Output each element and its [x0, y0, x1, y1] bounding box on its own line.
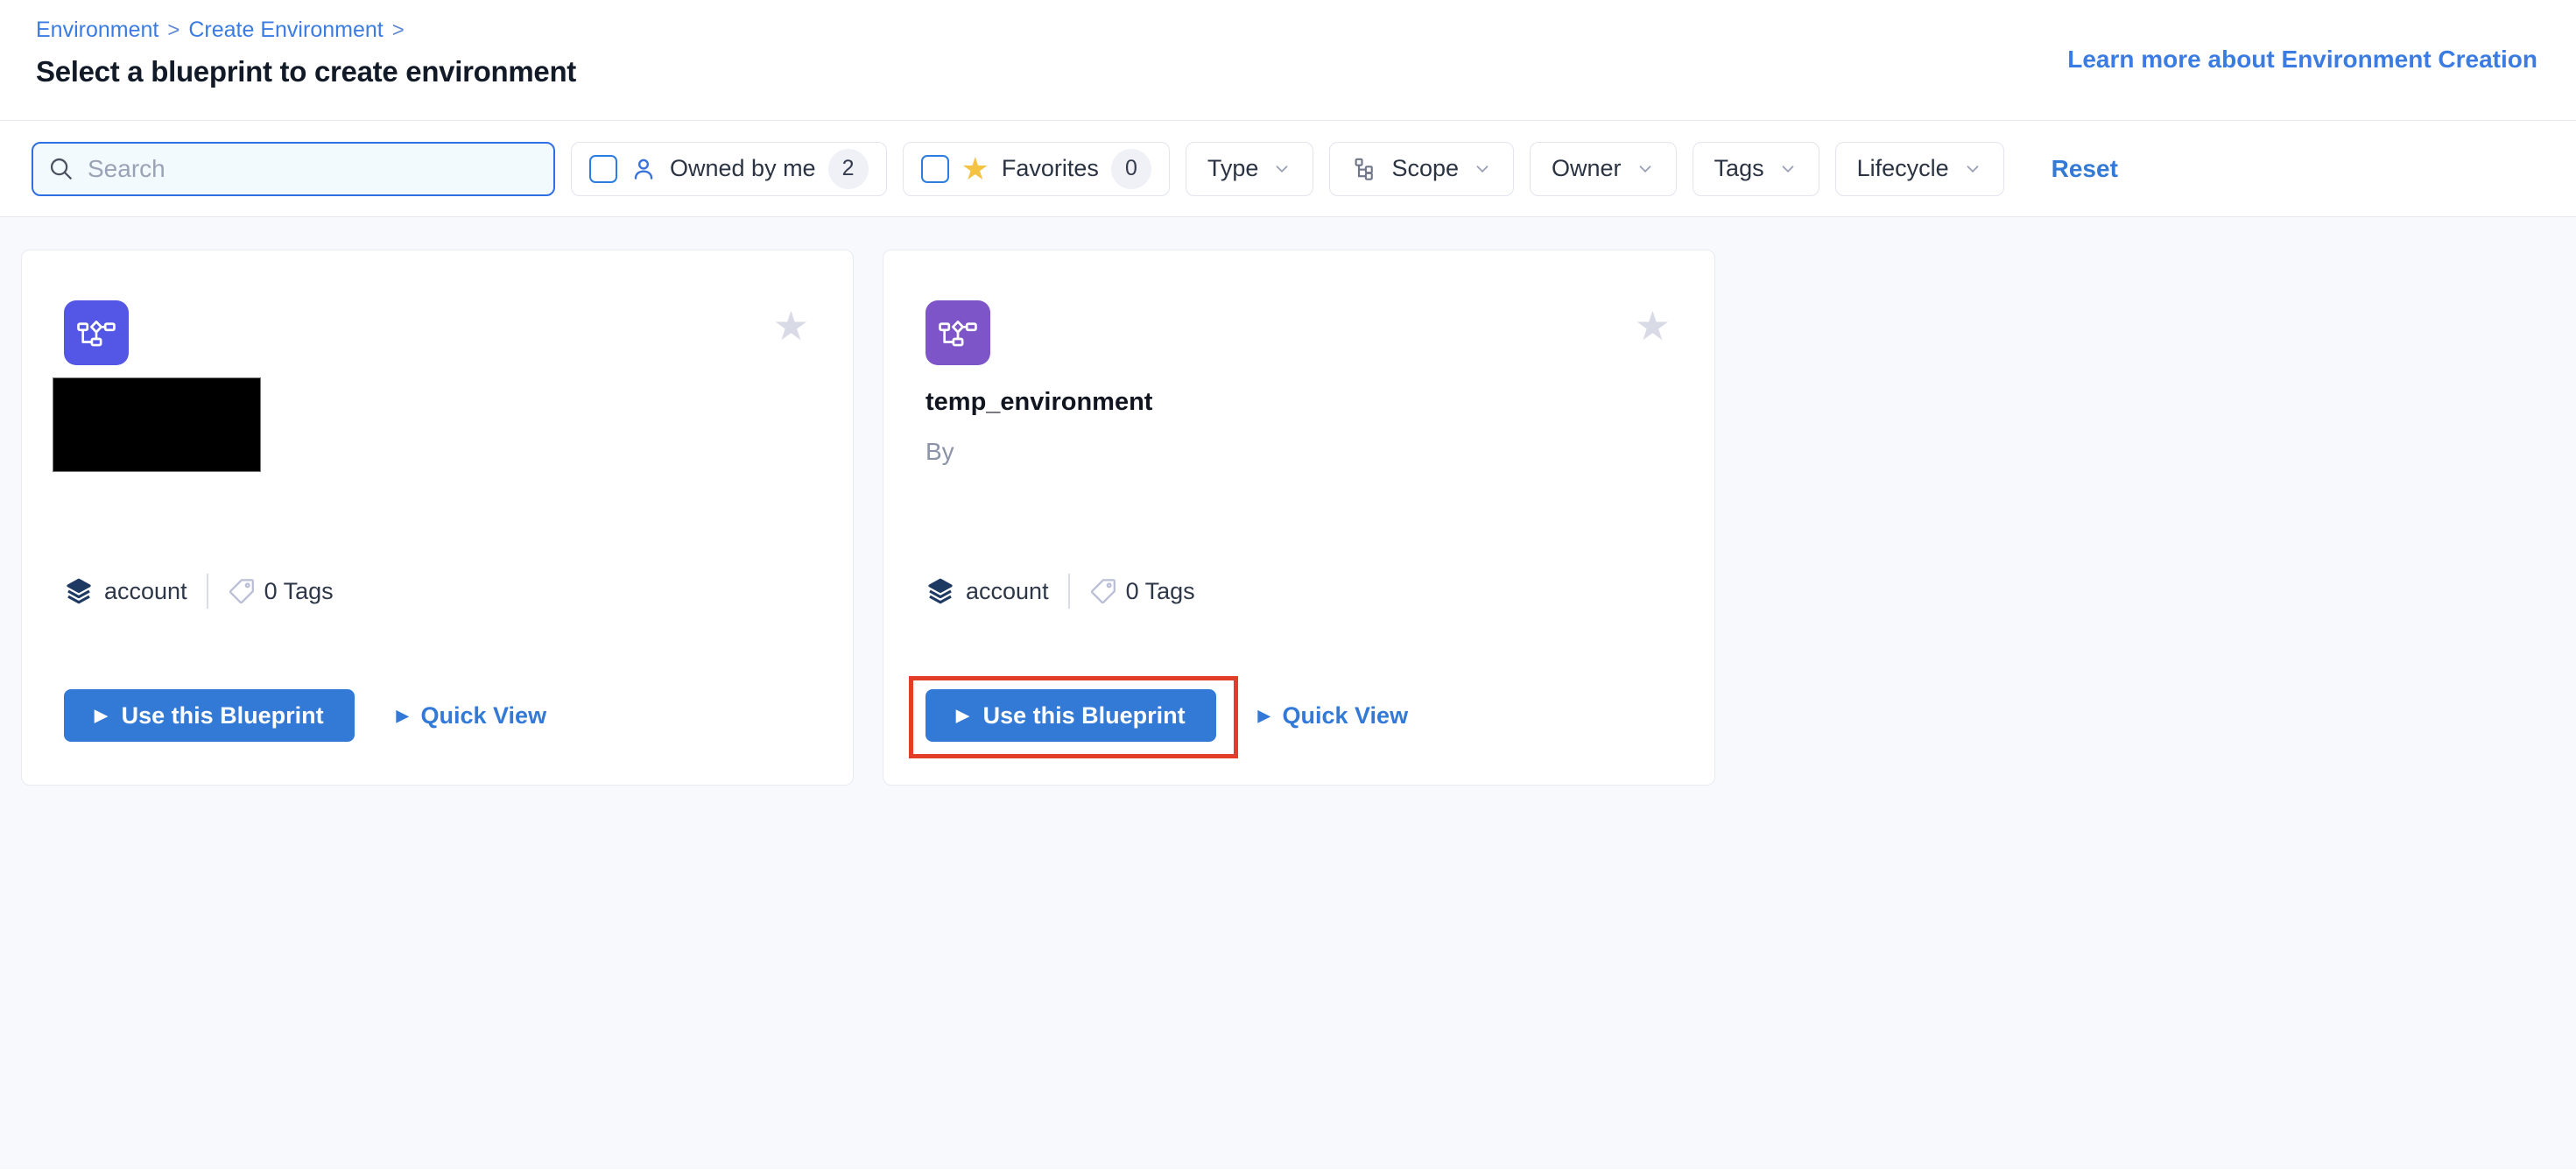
- chevron-down-icon: [1473, 159, 1492, 179]
- favorites-label: Favorites: [1002, 155, 1099, 182]
- card-actions: ▶ Use this Blueprint ▶ Quick View: [926, 689, 1671, 742]
- blueprint-icon: [64, 300, 129, 365]
- divider: [207, 574, 208, 609]
- filter-scope-dropdown[interactable]: Scope: [1329, 142, 1514, 196]
- breadcrumb-separator: >: [392, 18, 405, 43]
- scope-label: account: [966, 578, 1049, 605]
- redacted-blueprint-name: [53, 377, 261, 472]
- owned-by-me-label: Owned by me: [670, 155, 816, 182]
- breadcrumb-separator: >: [167, 18, 179, 43]
- favorites-count-badge: 0: [1111, 149, 1151, 189]
- owned-by-me-count-badge: 2: [828, 149, 869, 189]
- type-dropdown-label: Type: [1207, 155, 1259, 182]
- divider: [1068, 574, 1070, 609]
- tags-dropdown-label: Tags: [1714, 155, 1764, 182]
- tag-icon: [228, 577, 256, 605]
- use-this-blueprint-label: Use this Blueprint: [983, 702, 1186, 729]
- breadcrumb: Environment > Create Environment >: [36, 18, 2537, 43]
- page-header: Environment > Create Environment > Selec…: [0, 0, 2576, 121]
- blueprint-name-area: temp_environment By: [926, 377, 1671, 472]
- blueprint-name: temp_environment: [926, 388, 1671, 417]
- play-icon: ▶: [95, 708, 108, 724]
- lifecycle-dropdown-label: Lifecycle: [1857, 155, 1949, 182]
- use-this-blueprint-button[interactable]: ▶ Use this Blueprint: [64, 689, 355, 742]
- filter-tags-dropdown[interactable]: Tags: [1693, 142, 1819, 196]
- reset-filters-button[interactable]: Reset: [2052, 155, 2118, 183]
- play-icon: ▶: [1258, 708, 1270, 723]
- blueprint-author: By: [926, 438, 1671, 466]
- quick-view-button[interactable]: ▶ Quick View: [1258, 702, 1408, 729]
- chevron-down-icon: [1272, 159, 1292, 179]
- search-box[interactable]: [32, 142, 555, 196]
- tags-count-label: 0 Tags: [264, 578, 334, 605]
- favorite-star-toggle-icon[interactable]: ★: [1635, 306, 1671, 346]
- owned-by-me-checkbox[interactable]: [589, 155, 617, 183]
- blueprint-card: ★ account 0 Tags: [21, 250, 854, 786]
- play-icon: ▶: [397, 708, 409, 723]
- filter-type-dropdown[interactable]: Type: [1186, 142, 1314, 196]
- chevron-down-icon: [1778, 159, 1798, 179]
- blueprint-meta: account 0 Tags: [926, 574, 1671, 609]
- tag-icon: [1089, 577, 1117, 605]
- breadcrumb-link-environment[interactable]: Environment: [36, 18, 158, 43]
- favorite-star-toggle-icon[interactable]: ★: [773, 306, 809, 346]
- filter-favorites[interactable]: ★ Favorites 0: [903, 142, 1170, 196]
- blueprint-name-area: [64, 377, 809, 472]
- use-this-blueprint-button[interactable]: ▶ Use this Blueprint: [926, 689, 1216, 742]
- blueprint-icon: [926, 300, 990, 365]
- quick-view-label: Quick View: [421, 702, 547, 729]
- flowchart-icon: [938, 316, 978, 349]
- account-scope-icon: [926, 576, 955, 606]
- search-input[interactable]: [88, 155, 539, 183]
- blueprint-meta: account 0 Tags: [64, 574, 809, 609]
- filter-lifecycle-dropdown[interactable]: Lifecycle: [1835, 142, 2004, 196]
- use-this-blueprint-label: Use this Blueprint: [122, 702, 324, 729]
- scope-dropdown-label: Scope: [1391, 155, 1459, 182]
- account-scope-icon: [64, 576, 94, 606]
- filter-owned-by-me[interactable]: Owned by me 2: [571, 142, 887, 196]
- favorites-checkbox[interactable]: [921, 155, 949, 183]
- owner-dropdown-label: Owner: [1552, 155, 1622, 182]
- quick-view-label: Quick View: [1283, 702, 1409, 729]
- tags-count-label: 0 Tags: [1126, 578, 1195, 605]
- breadcrumb-link-create-environment[interactable]: Create Environment: [188, 18, 383, 43]
- flowchart-icon: [76, 316, 116, 349]
- filter-bar: Owned by me 2 ★ Favorites 0 Type Scope O…: [0, 121, 2576, 217]
- filter-owner-dropdown[interactable]: Owner: [1530, 142, 1677, 196]
- scope-tree-icon: [1351, 156, 1377, 182]
- search-icon: [47, 155, 75, 183]
- chevron-down-icon: [1963, 159, 1982, 179]
- favorite-star-icon: ★: [961, 153, 989, 185]
- blueprint-card: ★ temp_environment By account 0 Tags: [883, 250, 1715, 786]
- blueprint-list: ★ account 0 Tags: [0, 217, 2576, 1169]
- play-icon: ▶: [956, 708, 969, 724]
- chevron-down-icon: [1636, 159, 1655, 179]
- scope-label: account: [104, 578, 187, 605]
- quick-view-button[interactable]: ▶ Quick View: [397, 702, 546, 729]
- card-actions: ▶ Use this Blueprint ▶ Quick View: [64, 689, 809, 742]
- person-icon: [630, 155, 658, 183]
- learn-more-link[interactable]: Learn more about Environment Creation: [2067, 46, 2537, 74]
